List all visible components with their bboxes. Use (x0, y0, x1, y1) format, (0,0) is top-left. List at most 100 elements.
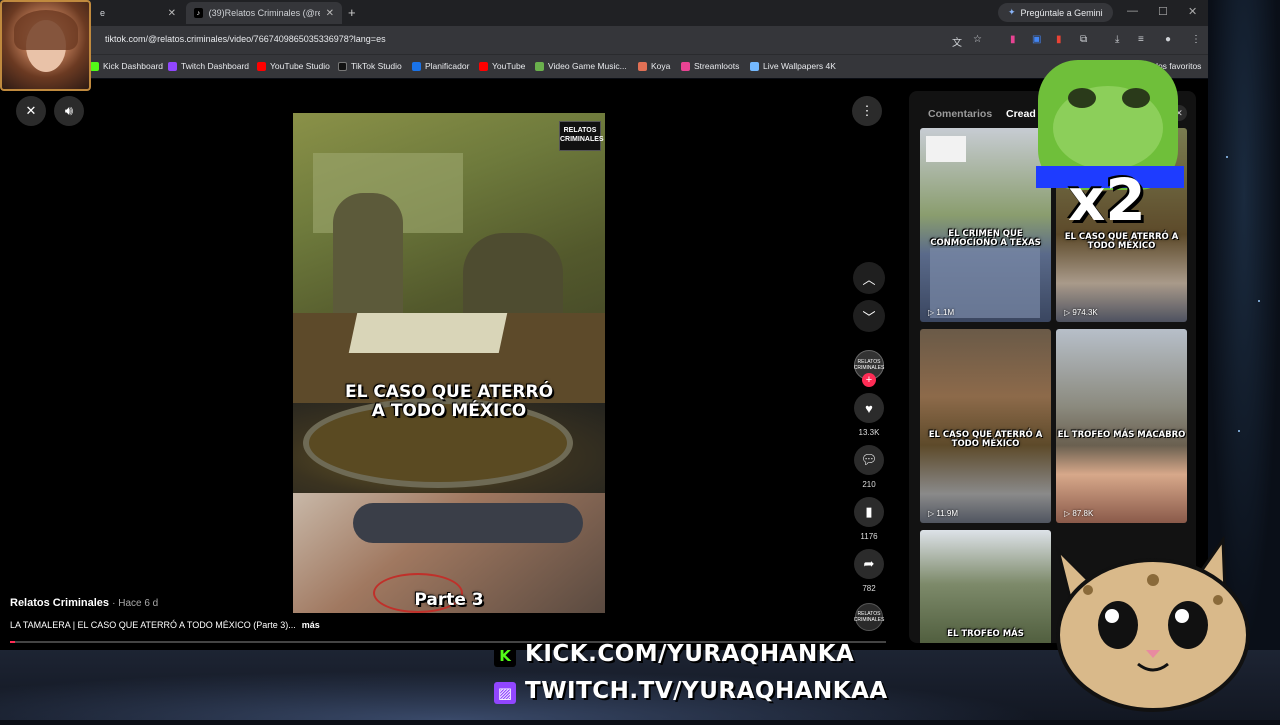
progress-fill (10, 641, 16, 643)
more-options-button[interactable]: ⋮ (852, 96, 882, 126)
gemini-label: Pregúntale a Gemini (1020, 7, 1103, 18)
video-thumbnail[interactable]: EL CASO QUE ATERRÓ A TODO MÉXICO ▷ 11.9M (920, 329, 1051, 523)
gemini-sparkle-icon: ✦ (1008, 7, 1016, 17)
share-action[interactable]: ➦ 782 (850, 549, 888, 593)
extension-icon[interactable]: ▣ (1032, 34, 1041, 45)
thumbnail-title: EL CASO QUE ATERRÓ A TODO MÉXICO (928, 430, 1043, 449)
comment-action[interactable]: 💬︎ 210 (850, 445, 888, 489)
calendar-icon (412, 61, 421, 71)
speaker-icon: 🔊︎ (64, 103, 74, 118)
bookmark-live-wallpapers[interactable]: Live Wallpapers 4K (750, 61, 836, 71)
new-tab-button[interactable]: + (348, 5, 356, 20)
download-icon[interactable]: ⤓ (1115, 34, 1119, 45)
maximize-icon[interactable]: ☐ (1158, 5, 1168, 18)
browser-tab[interactable]: e ✕ (92, 2, 184, 24)
twitch-channel-label: TWITCH.TV/YURAQHANKAA (525, 678, 888, 704)
url-field[interactable]: tiktok.com/@relatos.criminales/video/766… (105, 34, 386, 44)
bookmark-youtube-studio[interactable]: YouTube Studio (257, 61, 330, 71)
translate-icon[interactable]: 文 (952, 34, 962, 49)
bookmark-kick-dashboard[interactable]: Kick Dashboard (90, 61, 163, 71)
bookmark-planificador[interactable]: Planificador (412, 61, 469, 71)
close-video-button[interactable]: ✕ (16, 96, 46, 126)
bookmark-streamloots[interactable]: Streamloots (681, 61, 739, 71)
wallpaper-icon (750, 61, 759, 71)
more-link[interactable]: más (302, 620, 320, 630)
tiktok-favicon-icon: ♪ (194, 8, 203, 18)
bookmark-icon[interactable]: ▮ (854, 497, 884, 527)
thumbnail-views: ▷ 11.9M (928, 509, 959, 518)
bookmarks-bar: Kick Dashboard Twitch Dashboard YouTube … (0, 54, 1208, 78)
channel-watermark-logo: RELATOS CRIMINALES (559, 121, 604, 151)
follow-plus-icon[interactable]: + (862, 373, 876, 387)
youtube-icon (257, 61, 266, 71)
post-time: · Hace 6 d (112, 598, 159, 609)
save-action[interactable]: ▮ 1176 (850, 497, 888, 541)
post-author-line: Relatos Criminales · Hace 6 d (10, 597, 158, 609)
kick-logo-icon: K (494, 645, 516, 667)
share-arrow-icon[interactable]: ➦ (854, 549, 884, 579)
tab-creator-videos[interactable]: Cread (1006, 108, 1036, 120)
thumbnail-title: EL TROFEO MÁS (947, 629, 1024, 639)
like-count: 13.3K (858, 428, 880, 437)
chevron-down-icon: ﹀ (862, 309, 876, 325)
multiplier-label: x2 (1068, 166, 1146, 234)
heart-icon[interactable]: ♥ (854, 393, 884, 423)
kick-icon (90, 61, 99, 71)
thumbnail-views: ▷ 974.3K (1064, 308, 1098, 317)
like-action[interactable]: ♥ 13.3K (850, 393, 888, 437)
post-description-line: LA TAMALERA | EL CASO QUE ATERRÓ A TODO … (10, 620, 320, 630)
music-icon (535, 61, 544, 71)
bookmark-koya[interactable]: Koya (638, 61, 670, 71)
cat-mascot-sticker (1048, 530, 1268, 720)
bookmark-video-game-music[interactable]: Video Game Music... (535, 61, 627, 71)
volume-button[interactable]: 🔊︎ (54, 96, 84, 126)
youtube-icon (479, 61, 488, 71)
video-thumbnail[interactable]: EL CRIMEN QUE CONMOCIONÓ A TEXAS ▷ 1.1M (920, 128, 1051, 322)
close-tab-icon[interactable]: ✕ (168, 8, 176, 19)
comment-icon[interactable]: 💬︎ (854, 445, 884, 475)
extension-icon[interactable]: ▮ (1010, 34, 1016, 45)
comment-count: 210 (862, 480, 876, 489)
streamer-webcam (0, 0, 91, 91)
thumbnail-views: ▷ 87.8K (1064, 509, 1094, 518)
close-window-icon[interactable]: ✕ (1188, 5, 1197, 18)
close-icon: ✕ (25, 103, 37, 118)
bookmark-tiktok-studio[interactable]: TikTok Studio (338, 61, 402, 71)
koya-icon (638, 61, 647, 71)
extension-icon[interactable]: ▮ (1056, 34, 1062, 45)
thumbnail-title: EL CASO QUE ATERRÓ A TODO MÉXICO (1064, 232, 1179, 251)
tab-title: (39)Relatos Criminales (@relato (208, 8, 320, 18)
video-player[interactable]: RELATOS CRIMINALES EL CASO QUE ATERRÓ A … (293, 113, 605, 613)
chevron-up-icon: ︿ (862, 271, 876, 287)
menu-kebab-icon[interactable]: ⋮ (1191, 34, 1201, 45)
browser-tab-bar: e ✕ ♪ (39)Relatos Criminales (@relato ✕ … (0, 0, 1208, 26)
bookmark-twitch-dashboard[interactable]: Twitch Dashboard (168, 61, 249, 71)
save-count: 1176 (860, 532, 878, 541)
previous-video-button[interactable]: ︿ (853, 262, 885, 294)
next-video-button[interactable]: ﹀ (853, 300, 885, 332)
minimize-icon[interactable]: — (1127, 5, 1138, 17)
tiktok-icon (338, 61, 347, 71)
thumbnail-views: ▷ 1.1M (928, 308, 955, 317)
extensions-puzzle-icon[interactable]: ⧉ (1080, 34, 1087, 45)
profile-icon[interactable]: ● (1165, 34, 1171, 45)
gemini-button[interactable]: ✦ Pregúntale a Gemini (998, 3, 1113, 22)
close-tab-icon[interactable]: ✕ (326, 8, 334, 19)
video-thumbnail[interactable]: EL TROFEO MÁS MACABRO ▷ 87.8K (1056, 329, 1187, 523)
media-control-icon[interactable]: ≡ (1138, 34, 1144, 45)
sound-disc[interactable]: RELATOS CRIMINALES (854, 603, 884, 631)
streamloots-icon (681, 61, 690, 71)
video-thumbnail[interactable]: EL TROFEO MÁS (920, 530, 1051, 643)
address-bar-row: tiktok.com/@relatos.criminales/video/766… (0, 26, 1208, 54)
video-part-label: Parte 3 (414, 590, 484, 610)
author-name[interactable]: Relatos Criminales (10, 597, 109, 609)
bookmark-youtube[interactable]: YouTube (479, 61, 525, 71)
browser-tab-active[interactable]: ♪ (39)Relatos Criminales (@relato ✕ (186, 2, 342, 24)
tab-comments[interactable]: Comentarios (928, 108, 992, 120)
thumbnail-title: EL TROFEO MÁS MACABRO (1057, 430, 1186, 440)
video-frame-police (293, 113, 605, 403)
frog-emote-sticker: x2 (1034, 58, 1186, 234)
share-count: 782 (862, 584, 876, 593)
video-caption: EL CASO QUE ATERRÓ A TODO MÉXICO (344, 382, 554, 421)
bookmark-star-icon[interactable]: ☆ (973, 34, 982, 45)
